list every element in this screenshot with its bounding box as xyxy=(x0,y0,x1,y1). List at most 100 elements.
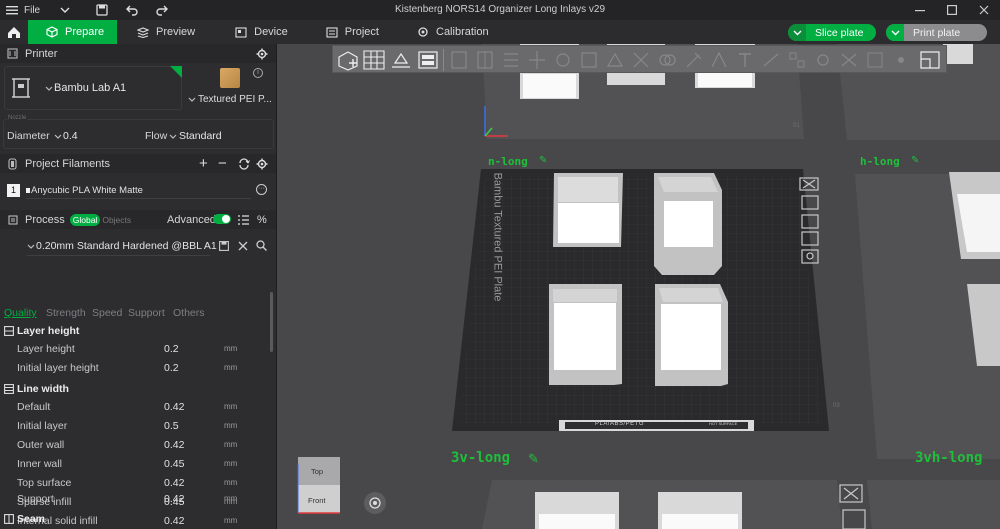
outer-wall-line-width-input[interactable]: 0.42 xyxy=(160,437,220,453)
chevron-down-icon[interactable] xyxy=(60,7,70,13)
tab-support[interactable]: Support xyxy=(128,307,165,319)
camera-orbit-icon[interactable] xyxy=(364,492,386,514)
tab-calibration[interactable]: Calibration xyxy=(397,20,507,44)
modifier-icon[interactable] xyxy=(839,49,859,71)
3d-viewport[interactable]: n-long ✎ h-long ✎ 3v-long ✎ 3vh-long 01 … xyxy=(277,44,1000,529)
maximize-icon[interactable] xyxy=(936,0,968,20)
measure-icon[interactable] xyxy=(761,49,781,71)
rotate-icon[interactable] xyxy=(553,49,573,71)
scale-icon[interactable] xyxy=(579,49,599,71)
move-icon[interactable] xyxy=(527,49,547,71)
filament-settings-gear-icon[interactable] xyxy=(256,158,268,170)
filament-more-icon[interactable]: ··· xyxy=(256,184,267,195)
brim-ears-icon[interactable] xyxy=(813,49,833,71)
printer-settings-gear-icon[interactable] xyxy=(256,48,268,60)
chevron-down-icon[interactable] xyxy=(188,97,196,102)
filament-index-badge: 1 xyxy=(7,184,20,197)
chevron-down-icon[interactable] xyxy=(788,24,806,41)
chevron-down-icon[interactable] xyxy=(45,86,53,91)
layer-height-input[interactable]: 0.2 xyxy=(160,341,220,357)
home-icon[interactable] xyxy=(0,20,28,44)
group-layer-height: Layer height xyxy=(4,325,79,337)
tab-prepare[interactable]: Prepare xyxy=(28,20,117,44)
minimize-icon[interactable] xyxy=(904,0,936,20)
tab-preview[interactable]: Preview xyxy=(117,20,213,44)
print-plate-button[interactable]: Print plate xyxy=(886,24,987,41)
emboss-icon[interactable] xyxy=(865,49,885,71)
add-object-icon[interactable] xyxy=(336,49,360,71)
support-line-width-input[interactable]: 0.42 xyxy=(160,491,220,507)
filament-color-swatch xyxy=(26,188,30,193)
setting-row: Layer height 0.2 mm xyxy=(17,341,238,357)
chevron-down-icon[interactable] xyxy=(169,134,177,139)
filaments-section-header: Project Filaments + − xyxy=(0,154,276,173)
close-icon[interactable] xyxy=(968,0,1000,20)
printer-card[interactable]: Bambu Lab A1 xyxy=(4,66,182,110)
split-parts-icon[interactable] xyxy=(475,49,495,71)
navcube-front-label[interactable]: Front xyxy=(308,496,326,505)
tab-project[interactable]: Project xyxy=(306,20,397,44)
svg-emboss-icon[interactable] xyxy=(891,49,911,71)
bed-strip-text: PLA/ABS/PETG xyxy=(595,421,645,427)
diameter-select[interactable]: 0.4 xyxy=(63,130,78,142)
lay-on-face-icon[interactable] xyxy=(605,49,625,71)
edit-label-icon[interactable]: ✎ xyxy=(911,155,919,166)
process-preset-row[interactable]: 0.20mm Standard Hardened @BBL A1 xyxy=(0,237,276,256)
save-icon[interactable] xyxy=(96,4,108,16)
close-preset-icon[interactable] xyxy=(238,241,248,251)
edit-label-icon[interactable]: ✎ xyxy=(539,155,547,166)
plate-label-n-long: n-long xyxy=(488,155,528,168)
hamburger-menu-icon[interactable] xyxy=(6,5,18,15)
assembly-icon[interactable] xyxy=(787,49,807,71)
file-menu[interactable]: File xyxy=(24,5,40,16)
slice-plate-button[interactable]: Slice plate xyxy=(788,24,876,41)
cut-icon[interactable] xyxy=(631,49,651,71)
arrange-icon[interactable] xyxy=(416,49,440,71)
add-filament-icon[interactable]: + xyxy=(199,155,208,172)
sync-icon[interactable] xyxy=(238,157,250,170)
mesh-boolean-icon[interactable] xyxy=(657,49,677,71)
setting-row: Initial layer 0.5 mm xyxy=(17,418,238,434)
info-icon[interactable]: i xyxy=(253,68,263,78)
text-tool-icon[interactable] xyxy=(735,49,755,71)
advanced-toggle[interactable] xyxy=(213,214,231,224)
chevron-down-icon[interactable] xyxy=(886,24,904,41)
internal-solid-infill-line-width-input[interactable]: 0.42 xyxy=(160,513,220,529)
undo-icon[interactable] xyxy=(126,5,138,16)
redo-icon[interactable] xyxy=(156,5,169,16)
filament-item[interactable]: 1 Anycubic PLA White Matte ··· xyxy=(7,182,273,199)
plate-card[interactable]: i Textured PEI P... xyxy=(186,66,274,110)
orient-icon[interactable] xyxy=(389,49,413,71)
support-paint-icon[interactable] xyxy=(683,49,703,71)
global-toggle[interactable]: Global Objects xyxy=(69,213,133,226)
remove-filament-icon[interactable]: − xyxy=(218,155,227,172)
printer-model-icon xyxy=(10,77,32,99)
initial-layer-height-input[interactable]: 0.2 xyxy=(160,360,220,376)
inner-wall-line-width-input[interactable]: 0.45 xyxy=(160,456,220,472)
save-preset-icon[interactable] xyxy=(219,241,229,251)
tab-others[interactable]: Others xyxy=(173,307,205,319)
edit-label-icon[interactable]: ✎ xyxy=(528,451,539,467)
tab-device[interactable]: Device xyxy=(213,20,306,44)
navcube-top-label[interactable]: Top xyxy=(311,467,323,476)
seam-paint-icon[interactable] xyxy=(709,49,729,71)
layout-view-icon[interactable] xyxy=(918,49,942,71)
search-icon[interactable] xyxy=(256,240,267,251)
add-plate-icon[interactable] xyxy=(362,49,386,71)
settings-scrollbar[interactable] xyxy=(270,292,273,352)
variable-layer-icon[interactable] xyxy=(501,49,521,71)
list-icon[interactable] xyxy=(238,214,249,225)
split-objects-icon[interactable] xyxy=(449,49,469,71)
tab-strength[interactable]: Strength xyxy=(46,307,86,319)
chevron-down-icon[interactable] xyxy=(54,134,62,139)
default-line-width-input[interactable]: 0.42 xyxy=(160,399,220,415)
filament-icon xyxy=(8,157,17,170)
tab-quality[interactable]: Quality xyxy=(4,307,37,319)
disabled-tools xyxy=(449,49,911,71)
tab-speed[interactable]: Speed xyxy=(92,307,122,319)
percent-icon[interactable]: % xyxy=(257,214,267,226)
inlay-box-1 xyxy=(553,173,623,247)
initial-layer-line-width-input[interactable]: 0.5 xyxy=(160,418,220,434)
flow-select[interactable]: Standard xyxy=(179,130,222,142)
chevron-down-icon[interactable] xyxy=(27,244,35,249)
